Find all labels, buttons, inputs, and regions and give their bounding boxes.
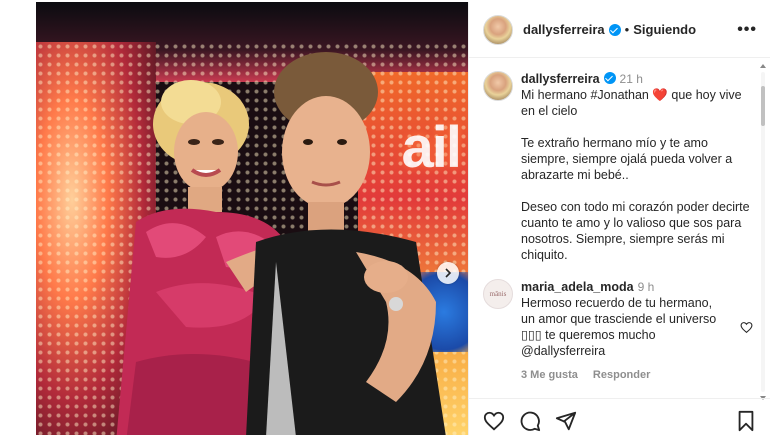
- caption-username[interactable]: dallysferreira: [521, 72, 600, 86]
- comment-text: Hermoso recuerdo de tu hermano, un amor …: [521, 296, 717, 358]
- comment-meta: 3 Me gusta Responder: [521, 367, 727, 383]
- verified-icon: [608, 23, 621, 36]
- caption-time[interactable]: 21 h: [620, 72, 643, 86]
- post-header: dallysferreira • Siguiendo •••: [469, 2, 770, 58]
- header-separator: •: [624, 22, 630, 37]
- caption-paragraph-2: Te extraño hermano mío y te amo siempre,…: [521, 136, 733, 182]
- caption-paragraph-3: Deseo con todo mi corazón poder decirte …: [521, 200, 750, 262]
- bookmark-icon[interactable]: [735, 410, 757, 432]
- verified-icon: [603, 72, 616, 84]
- author-avatar[interactable]: [483, 14, 513, 45]
- post-actions-bar: [469, 398, 770, 435]
- heart-emoji: ❤️: [652, 88, 668, 102]
- comment-body: maria_adela_moda 9 h Hermoso recuerdo de …: [521, 279, 727, 383]
- post-side-panel: dallysferreira • Siguiendo ••• dallysfer…: [468, 2, 770, 435]
- post-caption: dallysferreira 21 h Mi hermano #Jonathan …: [483, 71, 757, 263]
- comment-time[interactable]: 9 h: [638, 280, 655, 294]
- scroll-up-icon[interactable]: [760, 64, 766, 68]
- more-icon[interactable]: •••: [737, 21, 757, 39]
- scrollbar-thumb[interactable]: [761, 86, 765, 126]
- commenter-username[interactable]: maria_adela_moda: [521, 280, 634, 294]
- carousel-next-button[interactable]: [437, 262, 459, 284]
- caption-line1: Mi hermano #Jonathan: [521, 88, 649, 102]
- comments-scrollbar[interactable]: [760, 64, 766, 400]
- post-photo[interactable]: ail: [36, 2, 468, 435]
- following-button[interactable]: Siguiendo: [633, 22, 696, 37]
- chevron-right-icon: [445, 268, 452, 278]
- comments-list[interactable]: dallysferreira 21 h Mi hermano #Jonathan …: [469, 59, 770, 397]
- author-username[interactable]: dallysferreira: [523, 22, 605, 37]
- share-icon[interactable]: [555, 410, 577, 432]
- commenter-avatar[interactable]: mānis: [483, 279, 513, 309]
- comment-icon[interactable]: [519, 410, 541, 432]
- caption-author-avatar[interactable]: [483, 71, 513, 101]
- reply-button[interactable]: Responder: [593, 369, 650, 381]
- man-figure: [246, 52, 446, 435]
- heart-icon[interactable]: [483, 410, 505, 432]
- comment-item: mānis maria_adela_moda 9 h Hermoso recuer…: [483, 279, 757, 383]
- comment-likes[interactable]: 3 Me gusta: [521, 369, 578, 381]
- caption-body: dallysferreira 21 h Mi hermano #Jonathan …: [521, 71, 757, 263]
- instagram-post-view: ail dallysferreira • Siguiendo ••• dally…: [0, 0, 770, 435]
- heart-icon[interactable]: [740, 321, 753, 334]
